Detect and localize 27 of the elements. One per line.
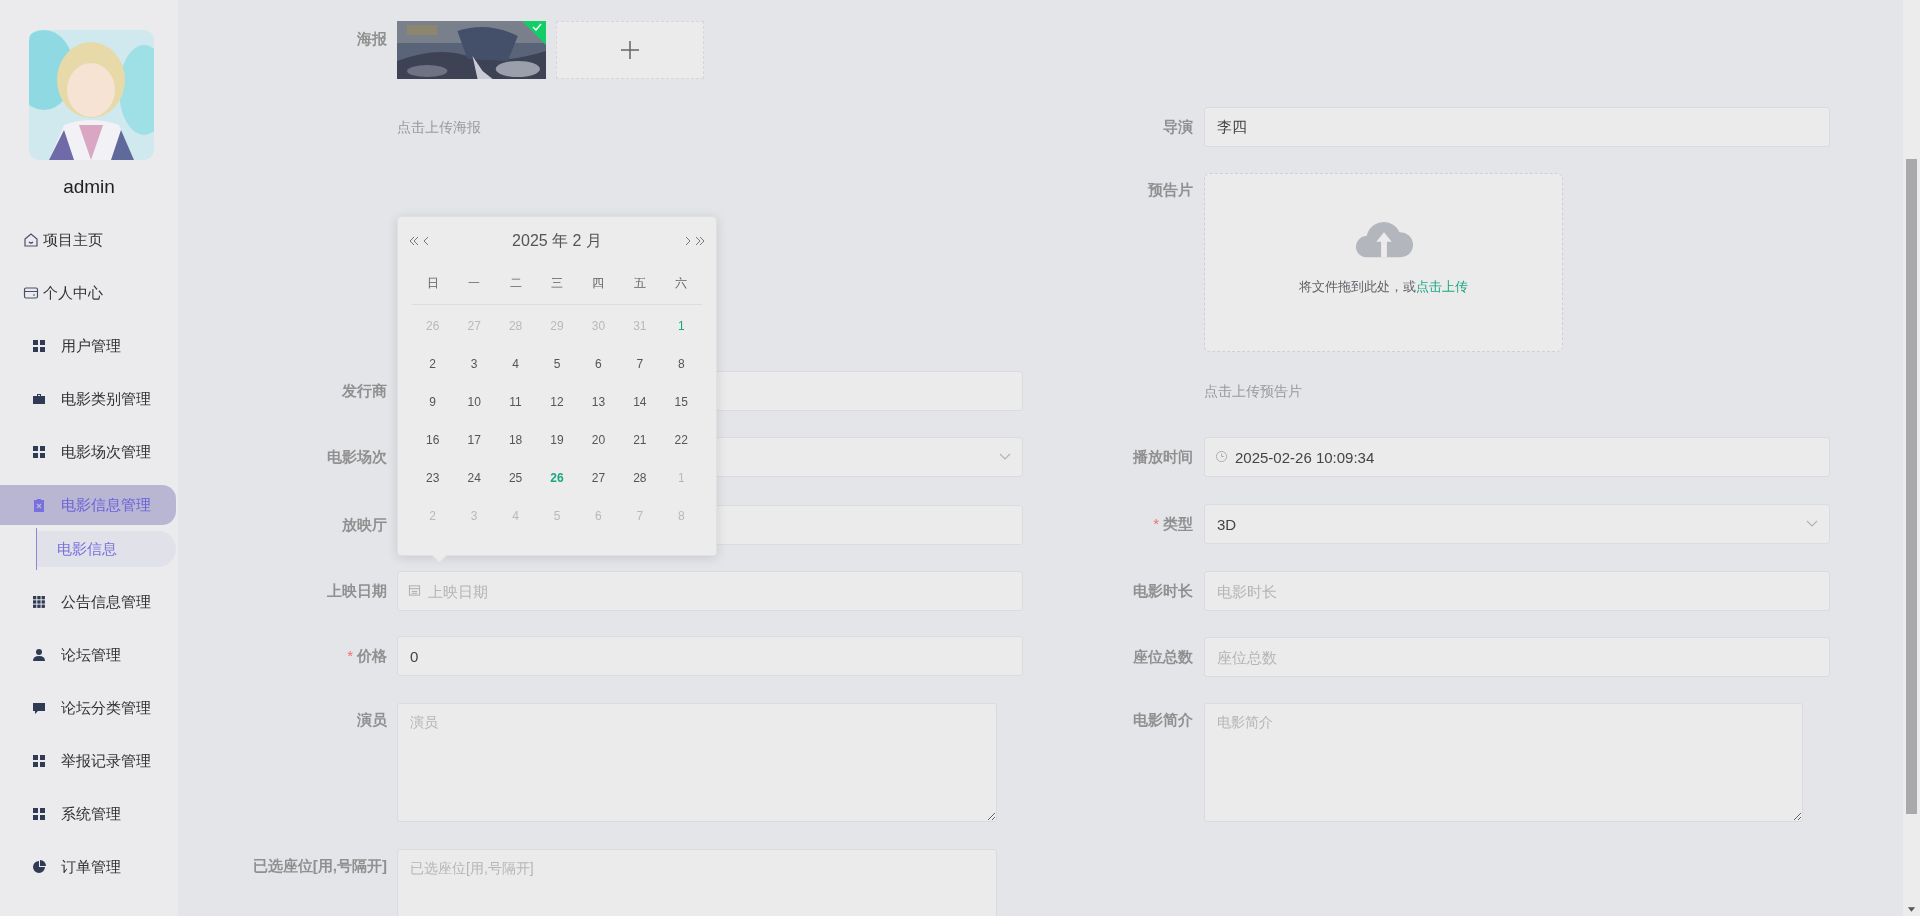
field-label: 放映厅 <box>341 515 387 535</box>
field-label: 预告片 <box>1147 180 1193 200</box>
field-label: 播放时间 <box>1132 447 1193 467</box>
upload-hint: 点击上传预告片 <box>1204 382 1302 401</box>
field-label: 上映日期 <box>326 581 387 601</box>
field-label: 电影简介 <box>1132 710 1193 730</box>
field-label: 座位总数 <box>1132 647 1193 667</box>
weekday-label: 五 <box>632 275 647 292</box>
field-label: * 类型 <box>1152 514 1193 534</box>
upload-instructions: 将文件拖到此处，或点击上传 <box>1299 278 1468 296</box>
field-label: 发行商 <box>341 381 387 401</box>
calendar-month-title: 2025 年 2 月 <box>512 230 602 251</box>
field-label: 电影场次 <box>326 447 387 467</box>
weekday-label: 日 <box>425 275 440 292</box>
field-label: 演员 <box>356 710 387 730</box>
user-name: admin <box>62 175 116 199</box>
weekday-label: 二 <box>508 275 523 292</box>
field-label: 电影时长 <box>1132 581 1193 601</box>
upload-hint: 点击上传海报 <box>397 118 481 137</box>
weekday-label: 一 <box>467 275 482 292</box>
field-label: 已选座位[用,号隔开] <box>251 856 387 876</box>
field-label: * 价格 <box>346 646 387 666</box>
weekday-label: 三 <box>550 275 564 292</box>
weekday-label: 六 <box>674 275 689 292</box>
field-label: 海报 <box>356 29 387 49</box>
field-label: 导演 <box>1162 117 1193 137</box>
weekday-label: 四 <box>591 275 606 292</box>
